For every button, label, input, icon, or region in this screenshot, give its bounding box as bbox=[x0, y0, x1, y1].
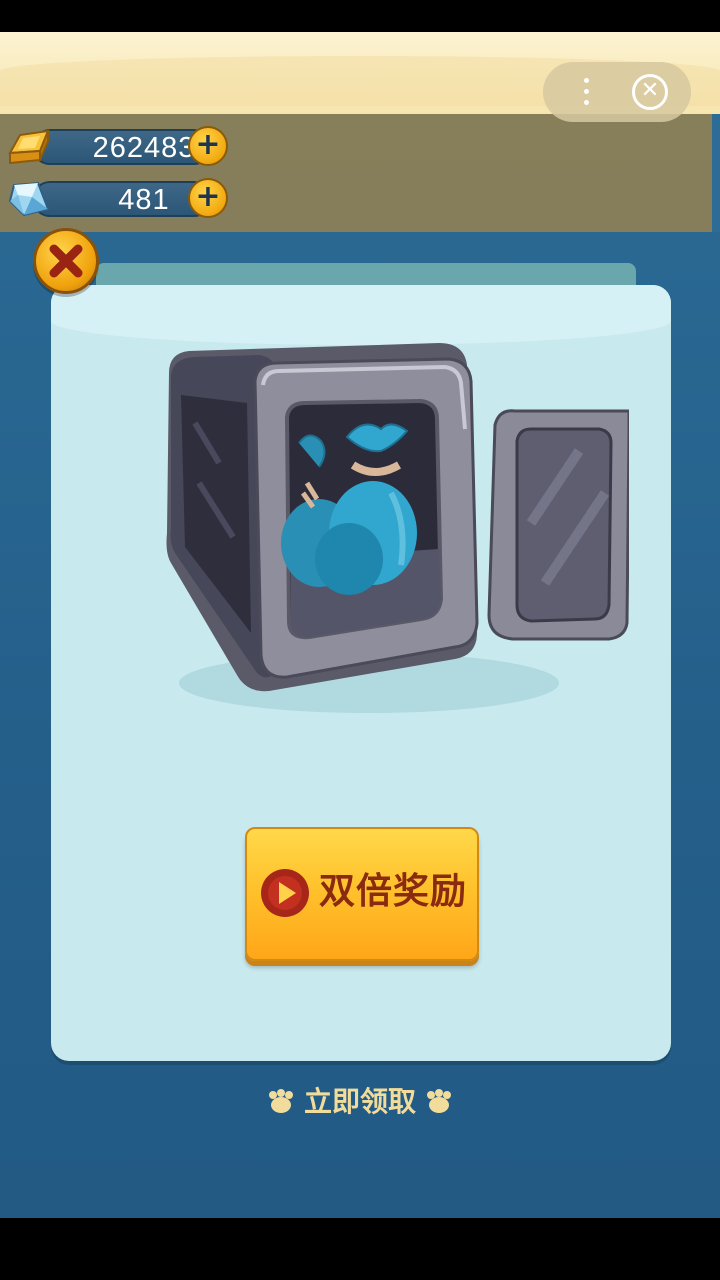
double-reward-button[interactable]: 双倍奖励 bbox=[245, 827, 479, 961]
close-dialog-button[interactable] bbox=[33, 228, 99, 294]
claim-now-link[interactable]: 立即领取 bbox=[0, 1082, 720, 1122]
safe-with-money-bags-image bbox=[166, 343, 629, 713]
game-screen: ✕ 262483 + 481 + 双倍奖励 立即领取 bbox=[0, 32, 720, 1218]
paw-icon bbox=[268, 1089, 293, 1113]
gold-bar-icon bbox=[8, 129, 50, 165]
double-reward-label: 双倍奖励 bbox=[319, 871, 468, 912]
close-icon bbox=[49, 244, 83, 278]
miniprogram-capsule: ✕ bbox=[543, 62, 691, 122]
navigation-bar bbox=[0, 1218, 720, 1280]
more-dots-icon[interactable] bbox=[566, 70, 606, 114]
add-gems-button[interactable]: + bbox=[188, 178, 228, 218]
diamond-icon bbox=[8, 181, 50, 217]
paw-icon bbox=[427, 1089, 451, 1113]
claim-now-label: 立即领取 bbox=[303, 1085, 416, 1118]
gold-counter: 262483 + bbox=[8, 125, 228, 169]
reward-dialog: 双倍奖励 bbox=[51, 285, 671, 1061]
add-gold-button[interactable]: + bbox=[188, 126, 228, 166]
close-circle-icon[interactable]: ✕ bbox=[632, 74, 668, 110]
gem-counter: 481 + bbox=[8, 177, 228, 221]
play-icon bbox=[261, 869, 309, 917]
status-bar bbox=[0, 0, 720, 32]
